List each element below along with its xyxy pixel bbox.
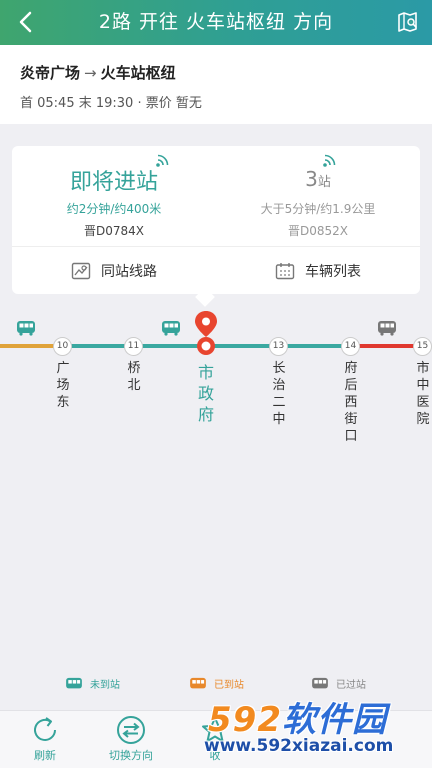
legend-label: 已过站 [336, 680, 366, 691]
stop-name[interactable]: 市中医院 [413, 360, 432, 428]
switch-direction-button[interactable]: 切换方向 [86, 715, 176, 763]
bus-passed-icon[interactable] [377, 320, 397, 336]
arrival-card: 即将进站 约2分钟/约400米 晋D0784X 3站 大于5分钟/约1.9公里 … [12, 146, 420, 294]
map-route-icon [71, 262, 91, 279]
refresh-icon [34, 717, 56, 741]
stop-name[interactable]: 长治二中 [269, 360, 289, 428]
chevron-left-icon[interactable] [14, 9, 40, 35]
favorite-button[interactable]: 收 [170, 715, 260, 763]
bus-not-arrived-icon[interactable] [16, 320, 36, 336]
favorite-label: 收 [209, 749, 221, 762]
current-stop-pin-icon[interactable] [194, 310, 218, 356]
swap-direction-icon [117, 716, 145, 744]
stop-marker[interactable]: 13 [269, 337, 288, 356]
service-times: 首 05:45 末 19:30 · 票价 暂无 [20, 96, 202, 111]
stop-name[interactable]: 桥北 [124, 360, 144, 394]
bus-arrival-2[interactable]: 3站 大于5分钟/约1.9公里 晋D0852X [216, 146, 420, 246]
realtime-signal-icon [323, 154, 336, 167]
page-title: 2路 开往 火车站枢纽 方向 [98, 11, 334, 33]
top-bar: 2路 开往 火车站枢纽 方向 [0, 0, 432, 45]
route-line[interactable]: 10 11 13 14 15 广场东 桥北 市政府 长治二中 府后西街口 市中医… [0, 310, 432, 490]
same-station-lines-button[interactable]: 同站线路 [12, 247, 216, 294]
legend-passed: 已过站 [310, 676, 366, 691]
map-search-icon[interactable] [396, 10, 420, 34]
realtime-signal-icon [156, 154, 169, 167]
stop-marker[interactable]: 10 [53, 337, 72, 356]
same-station-lines-label: 同站线路 [101, 263, 157, 280]
legend-not-arrived: 未到站 [64, 676, 120, 691]
stop-marker[interactable]: 15 [413, 337, 432, 356]
route-arrow: → [84, 64, 97, 82]
bus-arrival-1[interactable]: 即将进站 约2分钟/约400米 晋D0784X [12, 146, 216, 246]
bus-plate: 晋D0852X [287, 224, 348, 238]
stop-name[interactable]: 府后西街口 [341, 360, 361, 445]
stop-marker[interactable]: 11 [124, 337, 143, 356]
route-endpoints: 炎帝广场 → 火车站枢纽 [20, 62, 176, 83]
route-info: 炎帝广场 → 火车站枢纽 首 05:45 末 19:30 · 票价 暂无 [0, 45, 432, 124]
vehicle-list-button[interactable]: 车辆列表 [216, 247, 420, 294]
bus-eta: 大于5分钟/约1.9公里 [260, 202, 376, 216]
bus-icon [66, 677, 82, 688]
destination-station: 火车站枢纽 [100, 64, 176, 82]
switch-direction-label: 切换方向 [109, 749, 153, 762]
refresh-label: 刷新 [34, 749, 56, 762]
current-stop-name[interactable]: 市政府 [194, 362, 218, 425]
bus-icon [312, 677, 328, 688]
origin-station: 炎帝广场 [20, 64, 81, 82]
star-icon [202, 717, 228, 742]
legend-arrived: 已到站 [188, 676, 244, 691]
stops-away-unit: 站 [317, 175, 331, 190]
bus-status: 3站 [216, 167, 420, 191]
bus-eta: 约2分钟/约400米 [66, 202, 162, 216]
bottom-toolbar: 刷新 切换方向 收 [0, 710, 432, 768]
stop-marker[interactable]: 14 [341, 337, 360, 356]
legend-label: 未到站 [90, 680, 120, 691]
stop-name[interactable]: 广场东 [53, 360, 73, 411]
legend-label: 已到站 [214, 680, 244, 691]
refresh-button[interactable]: 刷新 [0, 715, 90, 763]
bus-not-arrived-icon[interactable] [161, 320, 181, 336]
bus-status: 即将进站 [69, 170, 158, 195]
calendar-icon [275, 262, 295, 279]
legend: 未到站 已到站 已过站 [0, 676, 432, 696]
vehicle-list-label: 车辆列表 [305, 263, 361, 280]
bus-icon [190, 677, 206, 688]
stops-away-number: 3 [305, 167, 318, 191]
bus-plate: 晋D0784X [83, 224, 144, 238]
